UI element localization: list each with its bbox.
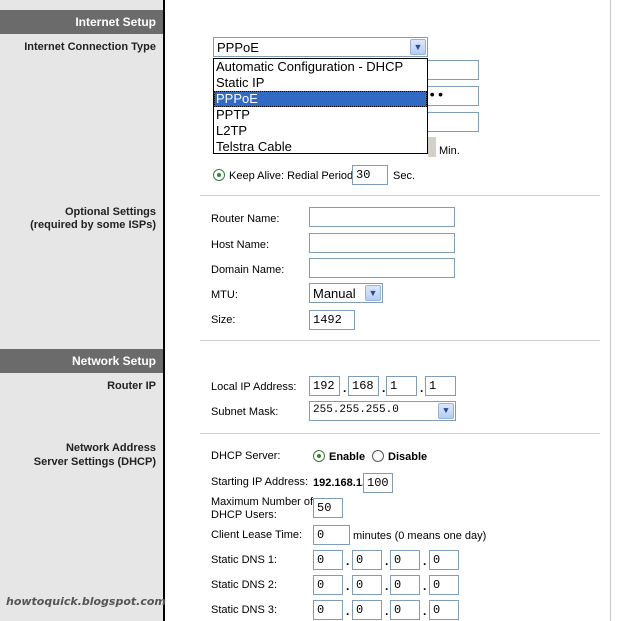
chevron-down-icon[interactable]: ▼ [365, 285, 381, 301]
starting-ip-label: Starting IP Address: [211, 476, 309, 488]
dns3-octet-1[interactable]: 0 [313, 600, 343, 620]
starting-ip-last-octet[interactable]: 100 [363, 473, 393, 493]
dns1-octet-4[interactable]: 0 [429, 550, 459, 570]
ip-separator: . [385, 604, 389, 618]
subnet-mask-select[interactable]: 255.255.255.0 ▼ [309, 401, 456, 421]
option-l2tp[interactable]: L2TP [214, 123, 427, 139]
dns1-octet-2[interactable]: 0 [352, 550, 382, 570]
dhcp-server-label: DHCP Server: [211, 450, 281, 462]
dns3-label: Static DNS 3: [211, 604, 278, 616]
dns2-octet-1[interactable]: 0 [313, 575, 343, 595]
lease-time-note: minutes (0 means one day) [353, 530, 487, 542]
router-name-label: Router Name: [211, 213, 280, 225]
ip-separator: . [346, 554, 350, 568]
label-router-ip: Router IP [107, 380, 156, 392]
subnet-mask-value: 255.255.255.0 [313, 404, 399, 416]
connection-type-value: PPPoE [217, 40, 259, 55]
max-users-label-line1: Maximum Number of [211, 496, 314, 508]
username-field[interactable] [420, 60, 479, 80]
option-pptp[interactable]: PPTP [214, 107, 427, 123]
lease-time-label: Client Lease Time: [211, 529, 303, 541]
max-users-label-line2: DHCP Users: [211, 509, 277, 521]
mtu-size-field[interactable]: 1492 [309, 310, 355, 330]
local-ip-octet-1[interactable]: 192 [309, 376, 340, 396]
local-ip-octet-3[interactable]: 1 [386, 376, 417, 396]
dns1-octet-3[interactable]: 0 [390, 550, 420, 570]
label-network-address: Network Address [65, 442, 156, 454]
ip-separator: . [423, 579, 427, 593]
right-border [610, 0, 611, 621]
dns2-octet-2[interactable]: 0 [352, 575, 382, 595]
divider [200, 340, 600, 341]
min-unit-label: Min. [439, 145, 460, 157]
dns2-octet-4[interactable]: 0 [429, 575, 459, 595]
mtu-label: MTU: [211, 289, 238, 301]
password-field[interactable]: •• [420, 86, 479, 106]
router-name-field[interactable] [309, 207, 455, 227]
connection-type-select[interactable]: PPPoE ▼ [213, 37, 428, 57]
option-auto-dhcp[interactable]: Automatic Configuration - DHCP [214, 59, 427, 75]
subnet-mask-label: Subnet Mask: [211, 406, 279, 418]
domain-name-field[interactable] [309, 258, 455, 278]
dhcp-enable-label: Enable [329, 451, 366, 463]
dhcp-enable-radio[interactable] [313, 450, 325, 462]
option-telstra-cable[interactable]: Telstra Cable [214, 139, 427, 155]
dns2-octet-3[interactable]: 0 [390, 575, 420, 595]
divider [200, 195, 600, 196]
size-label: Size: [211, 314, 236, 326]
connection-type-options[interactable]: Automatic Configuration - DHCP Static IP… [213, 58, 428, 154]
section-network-setup: Network Setup [0, 349, 163, 373]
chevron-down-icon[interactable]: ▼ [410, 39, 426, 55]
local-ip-octet-2[interactable]: 168 [348, 376, 379, 396]
ip-separator: . [346, 579, 350, 593]
option-pppoe[interactable]: PPPoE [214, 91, 427, 107]
ip-separator: . [346, 604, 350, 618]
label-connection-type: Internet Connection Type [24, 41, 156, 53]
dns3-octet-2[interactable]: 0 [352, 600, 382, 620]
ip-separator: . [423, 604, 427, 618]
ip-separator: . [343, 381, 347, 395]
domain-name-label: Domain Name: [211, 264, 285, 276]
ip-separator: . [382, 381, 386, 395]
lease-time-field[interactable]: 0 [313, 525, 350, 545]
ip-separator: . [385, 554, 389, 568]
dns3-octet-3[interactable]: 0 [390, 600, 420, 620]
max-users-field[interactable]: 50 [313, 498, 343, 518]
option-static-ip[interactable]: Static IP [214, 75, 427, 91]
ip-separator: . [385, 579, 389, 593]
watermark: howtoquick.blogspot.com [6, 595, 166, 608]
left-column [0, 0, 163, 621]
host-name-label: Host Name: [211, 239, 270, 251]
mtu-select[interactable]: Manual ▼ [309, 283, 383, 303]
chevron-down-icon[interactable]: ▼ [438, 403, 454, 419]
dhcp-disable-radio[interactable] [372, 450, 384, 462]
service-name-field[interactable] [420, 112, 479, 132]
sec-unit-label: Sec. [393, 170, 416, 182]
dhcp-disable-label: Disable [388, 451, 428, 463]
local-ip-octet-4[interactable]: 1 [425, 376, 456, 396]
keep-alive-radio[interactable] [213, 169, 225, 181]
redial-period-field[interactable]: 30 [352, 165, 388, 185]
mtu-value: Manual [313, 286, 356, 301]
ip-separator: . [423, 554, 427, 568]
dns1-octet-1[interactable]: 0 [313, 550, 343, 570]
local-ip-label: Local IP Address: [211, 381, 297, 393]
label-optional-settings: Optional Settings [64, 206, 156, 218]
dns1-label: Static DNS 1: [211, 554, 278, 566]
keep-alive-label: Keep Alive: Redial Period [229, 170, 354, 182]
dns2-label: Static DNS 2: [211, 579, 278, 591]
ip-separator: . [420, 381, 424, 395]
starting-ip-prefix: 192.168.1. [313, 477, 365, 489]
section-internet-setup: Internet Setup [0, 10, 163, 34]
label-optional-settings-note: (required by some ISPs) [30, 219, 156, 231]
column-divider [163, 0, 165, 621]
divider [200, 433, 600, 434]
dns3-octet-4[interactable]: 0 [429, 600, 459, 620]
max-idle-spinner[interactable] [428, 137, 436, 157]
host-name-field[interactable] [309, 233, 455, 253]
password-mask: •• [428, 88, 445, 104]
label-dhcp-settings: Server Settings (DHCP) [33, 456, 156, 468]
